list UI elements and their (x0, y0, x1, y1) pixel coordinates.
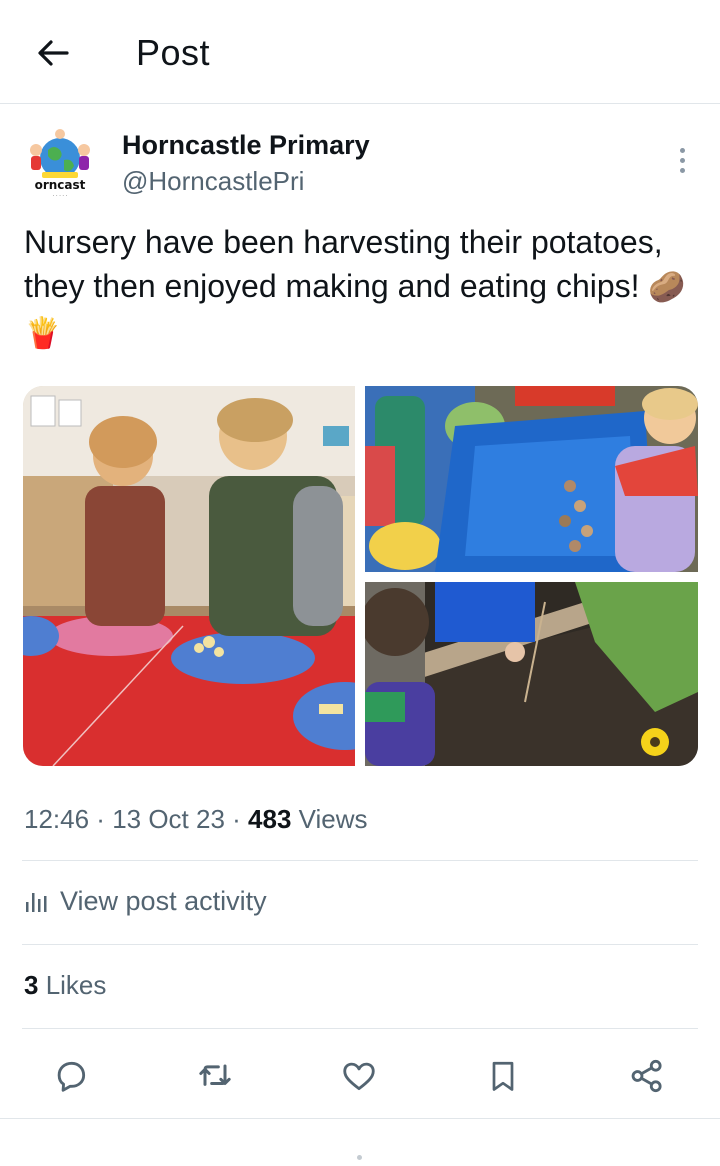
view-post-activity-button[interactable]: View post activity (24, 886, 267, 917)
action-bar (0, 1050, 720, 1102)
likes-count[interactable]: 3 Likes (24, 970, 106, 1001)
share-button[interactable] (625, 1054, 669, 1098)
views-count[interactable]: 483 (248, 804, 291, 834)
author-name[interactable]: Horncastle Primary (122, 130, 370, 161)
arrow-left-icon (38, 40, 69, 66)
school-logo: orncast · · · · · (30, 129, 90, 199)
divider (22, 1028, 698, 1029)
dot (679, 167, 685, 173)
post-body: Nursery have been harvesting their potat… (24, 224, 663, 304)
repost-button[interactable] (193, 1054, 237, 1098)
potato-emoji: 🥔 (648, 271, 686, 304)
photo-child-with-potatoes-in-tray[interactable] (365, 386, 698, 572)
repost-icon (199, 1064, 231, 1086)
likes-label: Likes (38, 970, 107, 1000)
views-label: Views (291, 804, 368, 834)
media-grid (23, 386, 698, 766)
post-text: Nursery have been harvesting their potat… (24, 220, 696, 356)
bookmark-icon (492, 1061, 514, 1091)
page-title: Post (136, 32, 211, 73)
svg-text:orncast: orncast (35, 178, 86, 192)
likes-number: 3 (24, 970, 39, 1000)
divider (22, 860, 698, 861)
divider (0, 1118, 720, 1119)
post-time: 12:46 (24, 804, 90, 834)
share-icon (631, 1059, 662, 1093)
photo-child-digging-potatoes[interactable] (365, 582, 698, 766)
photo-children-cutting-potatoes[interactable] (23, 386, 355, 766)
bookmark-button[interactable] (481, 1054, 525, 1098)
more-options-button[interactable] (668, 140, 696, 180)
back-button[interactable] (30, 30, 76, 76)
separator: · (89, 804, 113, 834)
dot (679, 147, 685, 153)
dot (679, 157, 685, 163)
divider (22, 944, 698, 945)
like-button[interactable] (337, 1054, 381, 1098)
post-meta: 12:46 · 13 Oct 23 · 483 Views (24, 804, 368, 835)
avatar[interactable]: orncast · · · · · (22, 126, 98, 202)
separator: · (224, 804, 249, 834)
svg-text:· · · · ·: · · · · · (53, 193, 68, 199)
activity-label: View post activity (60, 886, 267, 916)
post-date: 13 Oct 23 (112, 804, 225, 834)
fries-emoji: 🍟 (24, 317, 62, 350)
reply-button[interactable] (49, 1054, 93, 1098)
top-app-bar: Post (0, 0, 720, 104)
author-handle[interactable]: @HorncastlePri (122, 166, 304, 197)
reply-icon (57, 1061, 86, 1092)
bar-chart-icon (24, 890, 48, 914)
scroll-indicator (357, 1155, 362, 1160)
heart-icon (343, 1062, 375, 1091)
